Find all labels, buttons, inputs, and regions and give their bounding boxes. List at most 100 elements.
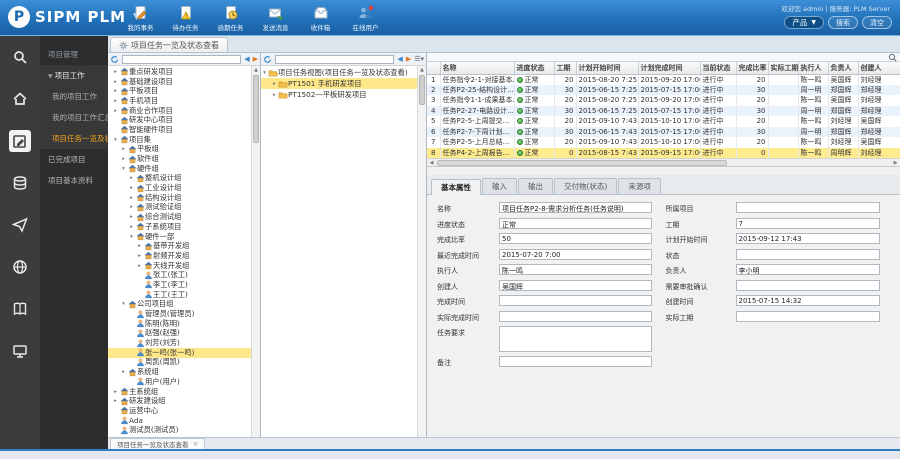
table-row[interactable]: 4任务P2-27-电路设计...正常302015-06-15 7:252015-… (427, 106, 900, 117)
toolbar-todo-tasks-button[interactable]: ! 待办任务 (163, 3, 208, 32)
task-filter-input[interactable] (275, 55, 394, 64)
scroll-left-icon[interactable]: ◀ (427, 159, 436, 167)
tree-node-project[interactable]: ▸ 手机项目 (108, 96, 251, 106)
tree-node-user[interactable]: 张工(张工) (108, 270, 251, 280)
column-header-6[interactable]: 当前状态 (700, 62, 736, 74)
table-row[interactable]: 2任务P2-25-结构设计...正常302015-06-15 7:252015-… (427, 85, 900, 96)
scroll-right-icon[interactable]: ▶ (891, 159, 900, 167)
tree-node-project[interactable]: ▾ 硬件组 (108, 164, 251, 174)
scrollbar-thumb[interactable] (253, 75, 259, 143)
expand-icon[interactable]: ▸ (271, 92, 278, 98)
tree-node-project[interactable]: ▸ 子系统项目 (108, 222, 251, 232)
field-left-2[interactable]: 50 (499, 233, 652, 244)
detail-tab-3[interactable]: 交付物(状态) (554, 178, 617, 194)
column-header-1[interactable]: 名称 (440, 62, 514, 74)
tree-node-project[interactable]: ▸ 主系统组 (108, 387, 251, 397)
tree-node-project[interactable]: 运营中心 (108, 406, 251, 416)
column-header-9[interactable]: 执行人 (798, 62, 828, 74)
expand-icon[interactable]: ▸ (120, 146, 127, 152)
field-right-0[interactable] (736, 202, 881, 213)
expand-icon[interactable]: ▸ (136, 263, 143, 269)
tree-node-user[interactable]: 赵强(赵强) (108, 329, 251, 339)
field-left-0[interactable]: 项目任务P2-8-需求分析任务(任务说明) (499, 202, 652, 213)
detail-tab-1[interactable]: 输入 (482, 178, 517, 194)
prev-match-icon[interactable]: ◀ (244, 56, 249, 63)
tree-node-project[interactable]: ▸ 基带开发组 (108, 241, 251, 251)
tree-node-project[interactable]: ▾ 公司项目组 (108, 300, 251, 310)
table-row[interactable]: 6任务P2-7-下周计划...正常302015-06-15 7:432015-0… (427, 127, 900, 138)
tree-node-user[interactable]: 李工(李工) (108, 280, 251, 290)
field-left-3[interactable]: 2015-07-20 7:00 (499, 249, 652, 260)
column-header-5[interactable]: 计划完成时间 (638, 62, 700, 74)
toolbar-my-tasks-button[interactable]: 我的事务 (118, 3, 163, 32)
field-left-6[interactable] (499, 295, 652, 306)
toolbar-send-message-button[interactable]: 发送消息 (253, 3, 298, 32)
search-button[interactable]: 搜索 (828, 16, 858, 29)
tree-node-project[interactable]: ▸ 软件组 (108, 154, 251, 164)
toolbar-online-users-button[interactable]: 在线用户 (343, 3, 388, 32)
expand-icon[interactable]: ▸ (128, 214, 135, 220)
tree-node-user[interactable]: 张一鸣(张一鸣) (108, 348, 251, 358)
rail-home-icon[interactable] (0, 78, 40, 120)
expand-icon[interactable]: ▸ (112, 69, 119, 75)
tree-node-project[interactable]: ▸ 整机设计组 (108, 174, 251, 184)
field-right-4[interactable]: 李小明 (736, 264, 881, 275)
tree-node-project[interactable]: ▾ 硬件一部 (108, 232, 251, 242)
nav-item-2[interactable]: 项目任务一览及状态查看 (40, 128, 108, 149)
expand-icon[interactable]: ▸ (128, 195, 135, 201)
column-header-8[interactable]: 实际工期 (768, 62, 798, 74)
expand-icon[interactable]: ▾ (120, 166, 127, 172)
task-tree-project-1[interactable]: ▸ PT1502—平板研发项目 (261, 89, 417, 100)
rail-monitor-icon[interactable] (0, 330, 40, 372)
expand-icon[interactable]: ▾ (120, 301, 127, 307)
scrollbar-thumb[interactable] (419, 75, 425, 105)
expand-icon[interactable]: ▸ (112, 98, 119, 104)
tree-node-project[interactable]: ▸ 工业设计组 (108, 183, 251, 193)
tree-node-project[interactable]: ▸ 平板项目 (108, 86, 251, 96)
table-row[interactable]: 5任务P2-5-上周提交...正常202015-09-10 7:432015-1… (427, 116, 900, 127)
tree-node-project[interactable]: ▸ 射频开发组 (108, 251, 251, 261)
tree-node-project[interactable]: 研发中心项目 (108, 115, 251, 125)
expand-icon[interactable]: ▸ (120, 369, 127, 375)
tree-node-project[interactable]: ▸ 商业合作项目 (108, 106, 251, 116)
nav-group-project-work[interactable]: ▼项目工作 (40, 65, 108, 86)
rail-send-icon[interactable] (0, 204, 40, 246)
table-row[interactable]: 3任务指令1-1-成果基本...正常202015-08-20 7:252015-… (427, 95, 900, 106)
field-right-2[interactable]: 2015-09-12 17:43 (736, 233, 881, 244)
tree-node-project[interactable]: ▸ 结构设计组 (108, 193, 251, 203)
refresh-icon[interactable] (110, 55, 119, 64)
expand-icon[interactable]: ▸ (112, 398, 119, 404)
nav-other-0[interactable]: 已完成项目 (40, 149, 108, 170)
rail-search-icon[interactable] (0, 36, 40, 78)
view-menu-icon[interactable]: ☰▾ (414, 55, 424, 63)
refresh-icon[interactable] (263, 55, 272, 64)
expand-icon[interactable]: ▸ (112, 79, 119, 85)
search-icon[interactable] (888, 53, 897, 62)
detail-tab-2[interactable]: 输出 (518, 178, 553, 194)
tree-node-user[interactable]: 用户(用户) (108, 377, 251, 387)
prev-match-icon[interactable]: ◀ (397, 56, 402, 63)
bottom-tab-task-overview[interactable]: 项目任务一览及状态查看 × (110, 438, 205, 449)
field-right-1[interactable]: 7 (736, 218, 881, 229)
toolbar-inbox-button[interactable]: 收件箱 (298, 3, 343, 32)
tree-node-user[interactable]: 陈明(陈明) (108, 319, 251, 329)
toolbar-overdue-tasks-button[interactable]: 逾期任务 (208, 3, 253, 32)
clear-button[interactable]: 清空 (862, 16, 892, 29)
nav-item-1[interactable]: 我的项目工作汇总 (40, 107, 108, 128)
field-right-7[interactable] (736, 311, 881, 322)
next-match-icon[interactable]: ▶ (253, 56, 258, 63)
table-horizontal-scrollbar[interactable]: ◀ ▶ (427, 158, 900, 167)
expand-icon[interactable]: ▸ (128, 175, 135, 181)
expand-icon[interactable]: ▸ (128, 224, 135, 230)
expand-icon[interactable]: ▸ (112, 88, 119, 94)
expand-icon[interactable]: ▸ (136, 253, 143, 259)
field-left-7[interactable] (499, 311, 652, 322)
column-header-7[interactable]: 完成比率 (736, 62, 768, 74)
rail-book-icon[interactable] (0, 288, 40, 330)
tree-node-project[interactable]: ▾ 项目集 (108, 135, 251, 145)
tree-node-project[interactable]: 智能硬件项目 (108, 125, 251, 135)
field-left-1[interactable]: 正常 (499, 218, 652, 229)
tree-node-project[interactable]: ▸ 测试验证组 (108, 203, 251, 213)
rail-globe-icon[interactable] (0, 246, 40, 288)
table-row[interactable]: 8任务P4-2-上周报告...正常02015-08-15 7:432015-09… (427, 148, 900, 159)
